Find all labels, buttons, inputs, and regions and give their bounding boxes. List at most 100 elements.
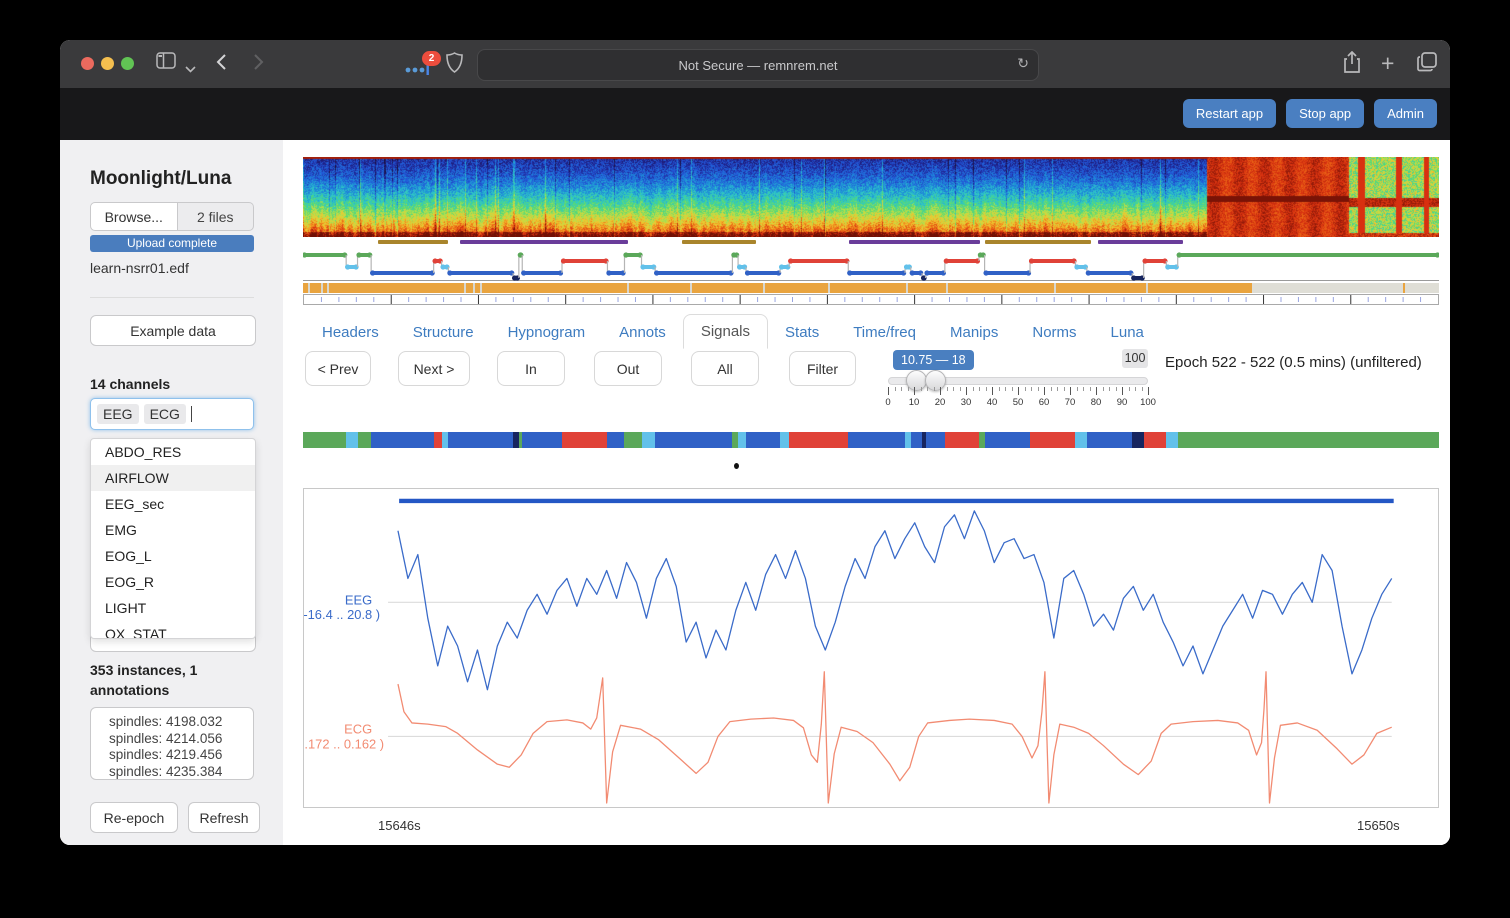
instances-list[interactable]: spindles: 4198.032 spindles: 4214.056 spin…: [90, 707, 254, 780]
shield-icon[interactable]: [446, 52, 463, 80]
instance-entry[interactable]: spindles: 4219.456: [109, 747, 253, 764]
tab-structure[interactable]: Structure: [396, 316, 491, 349]
chevron-down-icon[interactable]: [185, 56, 196, 80]
browse-button[interactable]: Browse...: [90, 202, 178, 231]
slider-tick: [959, 387, 961, 391]
stage-band-segment: [944, 432, 979, 448]
slider-max-badge: 100: [1122, 349, 1148, 368]
signal-plot[interactable]: EEG( -16.4 .. 20.8 ) ECG( -0.172 .. 0.162…: [303, 488, 1439, 808]
mask-gap: [763, 283, 766, 293]
in-button[interactable]: In: [497, 351, 565, 386]
stage-band-segment: [641, 432, 656, 448]
stage-band-segment: [522, 432, 562, 448]
restart-app-button[interactable]: Restart app: [1182, 99, 1277, 128]
tab-signals[interactable]: Signals: [682, 314, 769, 349]
instance-entry[interactable]: spindles: 4198.032: [109, 714, 253, 731]
channel-option[interactable]: LIGHT: [91, 595, 255, 621]
-prev-button[interactable]: < Prev: [305, 351, 371, 386]
close-window-button[interactable]: [81, 57, 94, 70]
reepoch-button[interactable]: Re-epoch: [90, 802, 178, 833]
channel-option[interactable]: EOG_L: [91, 543, 255, 569]
tab-time-freq[interactable]: Time/freq: [836, 316, 933, 349]
tab-manips[interactable]: Manips: [933, 316, 1015, 349]
slider-ticks: 0 10 20 30 40 50 60 70 80 90 100: [885, 387, 1156, 409]
slider-tick-label: 100: [1140, 397, 1156, 408]
stage-band-segment: [346, 432, 358, 448]
tab-overview-icon[interactable]: [1417, 52, 1437, 79]
slider-tick: [1148, 387, 1149, 395]
channel-option[interactable]: ABDO_RES: [91, 439, 255, 465]
filter-button[interactable]: Filter: [789, 351, 856, 386]
browser-toolbar: 2 Not Secure — remnrem.net ↻ +: [60, 40, 1450, 89]
stop-app-button[interactable]: Stop app: [1286, 99, 1365, 128]
slider-tick: [1031, 387, 1032, 391]
ecg-channel-label: ECG: [344, 721, 372, 736]
stage-band-segment: [789, 432, 849, 448]
tab-annots[interactable]: Annots: [602, 316, 683, 349]
out-button[interactable]: Out: [594, 351, 662, 386]
reload-icon[interactable]: ↻: [1017, 55, 1029, 72]
next--button[interactable]: Next >: [398, 351, 470, 386]
stage-band-segment: [984, 432, 1031, 448]
hypnogram-overview[interactable]: [303, 246, 1439, 283]
forward-button[interactable]: [253, 53, 264, 78]
time-end-label: 15650s: [1357, 818, 1400, 833]
eeg-range-label: ( -16.4 .. 20.8 ): [303, 607, 380, 622]
channel-option[interactable]: EOG_R: [91, 569, 255, 595]
slider-tick: [1044, 387, 1045, 395]
channel-option[interactable]: EEG_sec: [91, 491, 255, 517]
address-bar[interactable]: Not Secure — remnrem.net ↻: [477, 49, 1039, 81]
channel-tag[interactable]: EEG: [97, 404, 139, 424]
stage-band-segment: [562, 432, 608, 448]
tab-luna[interactable]: Luna: [1094, 316, 1161, 349]
sidebar-toggle-icon[interactable]: [156, 52, 176, 76]
back-button[interactable]: [216, 53, 227, 78]
stage-band[interactable]: [303, 432, 1439, 448]
sidebar-divider: [90, 297, 254, 298]
instance-entry[interactable]: spindles: 4235.384: [109, 764, 253, 781]
extensions-icon[interactable]: 2: [404, 51, 441, 82]
slider-tick: [1122, 387, 1123, 395]
tab-hypnogram[interactable]: Hypnogram: [491, 316, 603, 349]
mask-on-region: [303, 283, 1252, 293]
slider-tick-label: 90: [1116, 397, 1128, 408]
annotation-bar: [377, 240, 449, 244]
tab-norms[interactable]: Norms: [1015, 316, 1093, 349]
slider-tick: [966, 387, 967, 395]
minimize-window-button[interactable]: [101, 57, 114, 70]
app-header: Restart app Stop app Admin: [60, 88, 1450, 140]
new-tab-icon[interactable]: +: [1381, 52, 1394, 75]
slider-tick: [888, 387, 889, 395]
channel-option[interactable]: AIRFLOW: [91, 465, 255, 491]
share-icon[interactable]: [1343, 50, 1361, 81]
stage-band-segment: [1030, 432, 1076, 448]
refresh-button[interactable]: Refresh: [188, 802, 260, 833]
annotation-bar: [682, 240, 757, 244]
stage-band-segment: [1177, 432, 1439, 448]
epoch-ruler[interactable]: [303, 294, 1439, 305]
mask-gap: [321, 283, 324, 293]
example-data-button[interactable]: Example data: [90, 315, 256, 346]
stage-band-segment: [1143, 432, 1167, 448]
zoom-window-button[interactable]: [121, 57, 134, 70]
stage-band-segment: [746, 432, 781, 448]
tab-stats[interactable]: Stats: [768, 316, 836, 349]
instance-entry[interactable]: spindles: 4214.056: [109, 731, 253, 748]
mask-gap: [1053, 283, 1056, 293]
spectrogram-overview[interactable]: [303, 157, 1439, 237]
instances-heading: 353 instances, 1 annotations: [90, 662, 198, 698]
stage-band-segment: [848, 432, 906, 448]
channel-option[interactable]: EMG: [91, 517, 255, 543]
tab-headers[interactable]: Headers: [305, 316, 396, 349]
files-count-label: 2 files: [177, 202, 254, 231]
admin-button[interactable]: Admin: [1374, 99, 1437, 128]
channel-select-input[interactable]: EEG ECG: [90, 398, 254, 430]
all-button[interactable]: All: [691, 351, 759, 386]
channel-option[interactable]: OX_STAT: [91, 621, 255, 638]
stage-band-segment: [655, 432, 733, 448]
eeg-channel-label: EEG: [345, 592, 372, 607]
slider-tick: [894, 387, 896, 391]
channel-tag[interactable]: ECG: [143, 404, 186, 424]
page-content: Moonlight/Luna Browse... 2 files Upload …: [60, 140, 1450, 845]
slider-tick: [1135, 387, 1136, 391]
